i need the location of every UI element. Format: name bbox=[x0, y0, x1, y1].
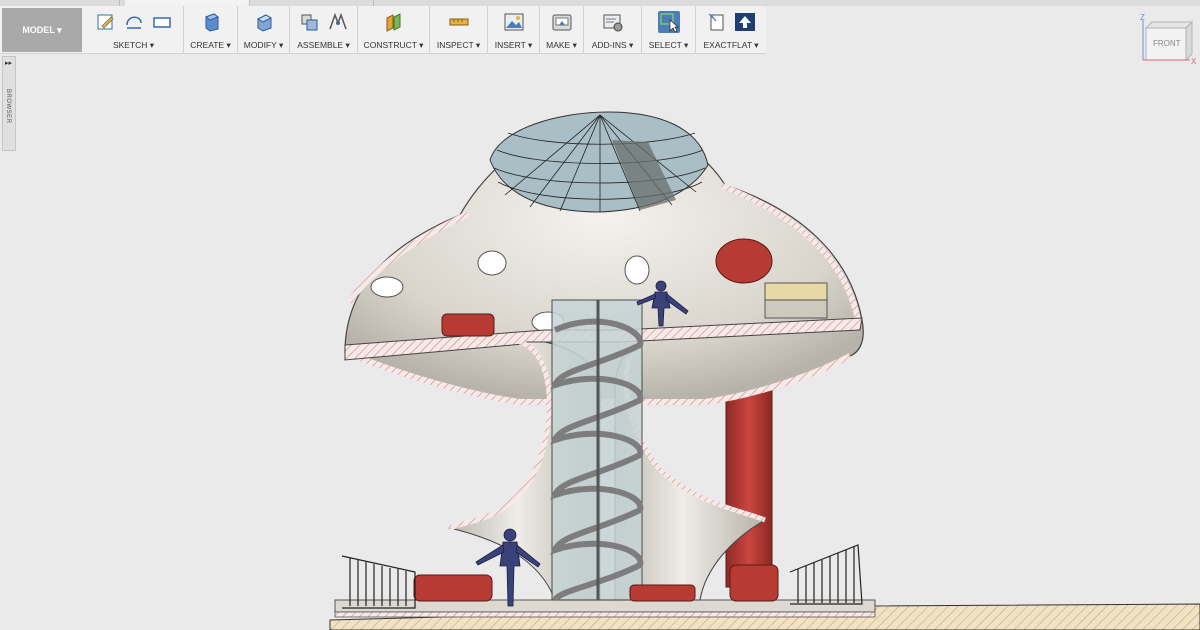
porthole bbox=[370, 276, 404, 298]
scripts-addins-icon[interactable] bbox=[602, 11, 624, 33]
toolbar-group-make[interactable]: MAKE ▾ bbox=[540, 6, 584, 54]
toolbar-label: ASSEMBLE ▾ bbox=[297, 40, 350, 50]
select-icon[interactable] bbox=[657, 11, 680, 33]
toolbar-label: CONSTRUCT ▾ bbox=[363, 40, 424, 50]
viewport-canvas[interactable] bbox=[0, 0, 1200, 630]
toolbar-group-create[interactable]: CREATE ▾ bbox=[184, 6, 238, 54]
toolbar-label: SELECT ▾ bbox=[648, 40, 689, 50]
workspace-switcher[interactable]: MODEL ▾ bbox=[2, 8, 82, 52]
joint-icon[interactable] bbox=[327, 11, 349, 33]
red-column bbox=[725, 371, 773, 588]
expand-arrow-icon[interactable]: ▸▸ bbox=[5, 59, 12, 67]
toolbar-label: INSPECT ▾ bbox=[436, 40, 481, 50]
view-cube[interactable]: FRONT Z X bbox=[1138, 14, 1198, 66]
toolbar-group-sketch[interactable]: SKETCH ▾ bbox=[84, 6, 184, 54]
porthole-red bbox=[715, 238, 773, 284]
press-pull-icon[interactable] bbox=[253, 11, 275, 33]
offset-plane-icon[interactable] bbox=[383, 11, 405, 33]
porthole bbox=[477, 250, 507, 276]
extrude-icon[interactable] bbox=[200, 11, 222, 33]
porthole bbox=[624, 255, 650, 285]
toolbar-group-modify[interactable]: MODIFY ▾ bbox=[238, 6, 290, 54]
toolbar-group-construct[interactable]: CONSTRUCT ▾ bbox=[358, 6, 430, 54]
exactflat-upload-icon[interactable] bbox=[734, 11, 756, 33]
arc-line-icon[interactable] bbox=[123, 11, 145, 33]
toolbar-label: INSERT ▾ bbox=[494, 40, 533, 50]
toolbar-label: CREATE ▾ bbox=[190, 40, 231, 50]
ground-sofa bbox=[413, 574, 493, 602]
toolbar-group-assemble[interactable]: ASSEMBLE ▾ bbox=[290, 6, 358, 54]
view-cube-face-label: FRONT bbox=[1153, 39, 1181, 48]
browser-panel[interactable]: ▸▸ BROWSER bbox=[2, 56, 16, 151]
toolbar-label: EXACTFLAT ▾ bbox=[703, 40, 759, 50]
toolbar-group-add-ins[interactable]: ADD-INS ▾ bbox=[584, 6, 642, 54]
3d-print-icon[interactable] bbox=[551, 11, 573, 33]
toolbar-group-insert[interactable]: INSERT ▾ bbox=[488, 6, 540, 54]
axis-z-label: Z bbox=[1140, 14, 1145, 22]
toolbar-group-select[interactable]: SELECT ▾ bbox=[642, 6, 696, 54]
toolbar-label: MODIFY ▾ bbox=[243, 40, 284, 50]
measure-icon[interactable] bbox=[448, 11, 470, 33]
toolbar-label: SKETCH ▾ bbox=[112, 40, 155, 50]
browser-label: BROWSER bbox=[5, 89, 11, 124]
toolbar-label: ADD-INS ▾ bbox=[591, 40, 634, 50]
toolbar-group-inspect[interactable]: INSPECT ▾ bbox=[430, 6, 488, 54]
axis-x-label: X bbox=[1191, 57, 1197, 66]
main-toolbar: MODEL ▾ SKETCH ▾ CREATE ▾ MODIFY ▾ ASSEM… bbox=[0, 6, 766, 54]
toolbar-group-exactflat[interactable]: EXACTFLAT ▾ bbox=[696, 6, 766, 54]
exactflat-flatten-icon[interactable] bbox=[706, 11, 728, 33]
rectangle-icon[interactable] bbox=[151, 11, 173, 33]
spiral-staircase bbox=[550, 299, 644, 602]
create-sketch-icon[interactable] bbox=[95, 11, 117, 33]
toolbar-label: MAKE ▾ bbox=[546, 40, 577, 50]
railing-right bbox=[789, 544, 863, 605]
new-component-icon[interactable] bbox=[299, 11, 321, 33]
insert-image-icon[interactable] bbox=[503, 11, 525, 33]
upper-sofa bbox=[441, 313, 495, 337]
base-platform bbox=[334, 599, 876, 613]
workspace-label: MODEL ▾ bbox=[22, 24, 62, 35]
